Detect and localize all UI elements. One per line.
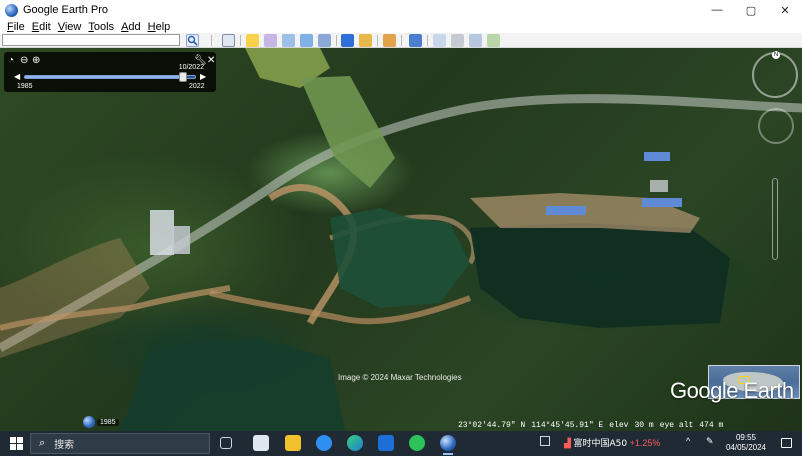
menu-help[interactable]: Help bbox=[148, 21, 171, 33]
time-forward-icon[interactable]: ▶ bbox=[200, 72, 206, 81]
print-icon[interactable] bbox=[451, 34, 464, 47]
time-slider-end-year: 2022 bbox=[189, 83, 205, 90]
placemark-icon[interactable] bbox=[246, 34, 259, 47]
chevron-up-icon[interactable]: ^ bbox=[686, 436, 690, 446]
wechat-icon[interactable] bbox=[409, 435, 425, 451]
windows-taskbar: ⌕ 搜索 ▟ 富时中国A50 +1.25% ^ ✎ 09:55 04/05/20… bbox=[0, 431, 802, 456]
time-slider-thumb[interactable] bbox=[179, 72, 188, 82]
window-title: Google Earth Pro bbox=[23, 4, 108, 16]
photos-icon[interactable] bbox=[253, 435, 269, 451]
status-elev-label: elev bbox=[609, 420, 629, 430]
notification-icon[interactable] bbox=[781, 438, 792, 448]
menu-view[interactable]: View bbox=[58, 21, 82, 33]
stock-name: 富时中国A50 bbox=[573, 439, 628, 449]
north-indicator[interactable]: N bbox=[772, 51, 780, 59]
zoom-out-time-icon[interactable]: ⊖ bbox=[20, 56, 28, 66]
google-earth-logo: Google Earth bbox=[670, 378, 794, 403]
path-icon[interactable] bbox=[282, 34, 295, 47]
menu-tools[interactable]: Tools bbox=[88, 21, 114, 33]
stock-ticker[interactable]: ▟ 富时中国A50 +1.25% bbox=[564, 436, 660, 449]
time-slider-current-date: 10/2022 bbox=[178, 64, 204, 71]
imagery-date-badge[interactable]: 1985 bbox=[83, 416, 119, 428]
clock-date: 04/05/2024 bbox=[725, 443, 766, 452]
time-slider-panel: ◔ ⊖ ⊕ 🔧︎ ✕ 10/2022 ◀ ▶ 1985 2022 bbox=[4, 52, 216, 92]
toolbar-separator bbox=[377, 35, 378, 46]
menu-bar: File Edit View Tools Add Help bbox=[0, 19, 802, 34]
search-icon: ⌕ bbox=[39, 437, 46, 449]
imagery-credit: Image © 2024 Maxar Technologies bbox=[338, 373, 462, 382]
toolbar-separator bbox=[336, 35, 337, 46]
toolbar-separator bbox=[401, 35, 402, 46]
minimize-button[interactable]: — bbox=[700, 0, 734, 20]
map-viewport[interactable]: ◔ ⊖ ⊕ 🔧︎ ✕ 10/2022 ◀ ▶ 1985 2022 N Image… bbox=[0, 48, 802, 431]
title-bar: Google Earth Pro — ▢ ✕ bbox=[0, 0, 802, 20]
status-elev-value: 30 m bbox=[634, 420, 654, 430]
toolbar-separator bbox=[240, 35, 241, 46]
taskbar-search-box[interactable]: ⌕ 搜索 bbox=[30, 433, 210, 454]
time-slider-start-year: 1985 bbox=[17, 83, 33, 90]
time-slider-fill bbox=[25, 76, 184, 78]
imagery-year: 1985 bbox=[97, 418, 119, 426]
save-image-icon[interactable] bbox=[469, 34, 482, 47]
clock-icon[interactable]: ◔ bbox=[8, 56, 14, 66]
window-controls: — ▢ ✕ bbox=[700, 0, 802, 20]
map-status-bar: 23°02'44.79" N 114°45'45.91" E elev 30 m… bbox=[458, 419, 802, 431]
status-longitude: 114°45'45.91" E bbox=[531, 420, 604, 430]
polygon-icon[interactable] bbox=[264, 34, 277, 47]
toolbar bbox=[0, 33, 802, 48]
sidebar-toggle-icon[interactable] bbox=[222, 34, 235, 47]
sun-icon[interactable] bbox=[359, 34, 372, 47]
toolbar-separator bbox=[427, 35, 428, 46]
google-earth-icon[interactable] bbox=[440, 435, 456, 455]
task-view-icon[interactable] bbox=[220, 437, 232, 449]
file-explorer-icon[interactable] bbox=[285, 435, 301, 451]
edge-icon[interactable] bbox=[347, 435, 363, 451]
time-back-icon[interactable]: ◀ bbox=[14, 72, 20, 81]
time-slider-track[interactable] bbox=[24, 72, 196, 82]
zoom-slider[interactable] bbox=[772, 178, 778, 260]
app-blue-icon[interactable] bbox=[316, 435, 332, 451]
maps-icon[interactable] bbox=[487, 34, 500, 47]
planets-icon[interactable] bbox=[383, 34, 396, 47]
maximize-button[interactable]: ▢ bbox=[734, 0, 768, 20]
close-button[interactable]: ✕ bbox=[768, 0, 802, 20]
system-tray: ▟ 富时中国A50 +1.25% ^ ✎ 09:55 04/05/2024 bbox=[522, 431, 802, 456]
google-earth-app-icon bbox=[5, 3, 18, 17]
outlook-icon[interactable] bbox=[378, 435, 394, 451]
taskbar-clock[interactable]: 09:55 04/05/2024 bbox=[726, 433, 766, 453]
menu-edit[interactable]: Edit bbox=[32, 21, 51, 33]
taskbar-search-placeholder: 搜索 bbox=[54, 440, 75, 451]
clock-time: 09:55 bbox=[735, 433, 756, 442]
look-control-ring[interactable]: N bbox=[752, 51, 798, 98]
pen-icon[interactable]: ✎ bbox=[706, 436, 714, 447]
stock-change: +1.25% bbox=[629, 438, 661, 448]
status-eye-alt-label: eye alt bbox=[659, 420, 694, 430]
keyboard-icon[interactable] bbox=[540, 436, 550, 446]
email-icon[interactable] bbox=[433, 34, 446, 47]
search-input[interactable] bbox=[2, 34, 180, 46]
status-eye-alt-value: 474 m bbox=[699, 420, 724, 430]
zoom-in-time-icon[interactable]: ⊕ bbox=[32, 56, 40, 66]
search-icon[interactable] bbox=[186, 34, 199, 47]
menu-add[interactable]: Add bbox=[121, 21, 141, 33]
status-latitude: 23°02'44.79" N bbox=[458, 420, 526, 430]
close-time-slider-icon[interactable]: ✕ bbox=[207, 56, 215, 66]
menu-file[interactable]: File bbox=[7, 21, 25, 33]
globe-icon bbox=[83, 416, 95, 428]
toolbar-separator bbox=[211, 35, 212, 46]
tour-icon[interactable] bbox=[318, 34, 331, 47]
historical-imagery-icon[interactable] bbox=[341, 34, 354, 47]
windows-start-icon[interactable] bbox=[10, 437, 23, 450]
move-control-ring[interactable] bbox=[758, 108, 794, 144]
stock-chart-icon: ▟ bbox=[564, 438, 571, 448]
ruler-icon[interactable] bbox=[409, 34, 422, 47]
image-overlay-icon[interactable] bbox=[300, 34, 313, 47]
